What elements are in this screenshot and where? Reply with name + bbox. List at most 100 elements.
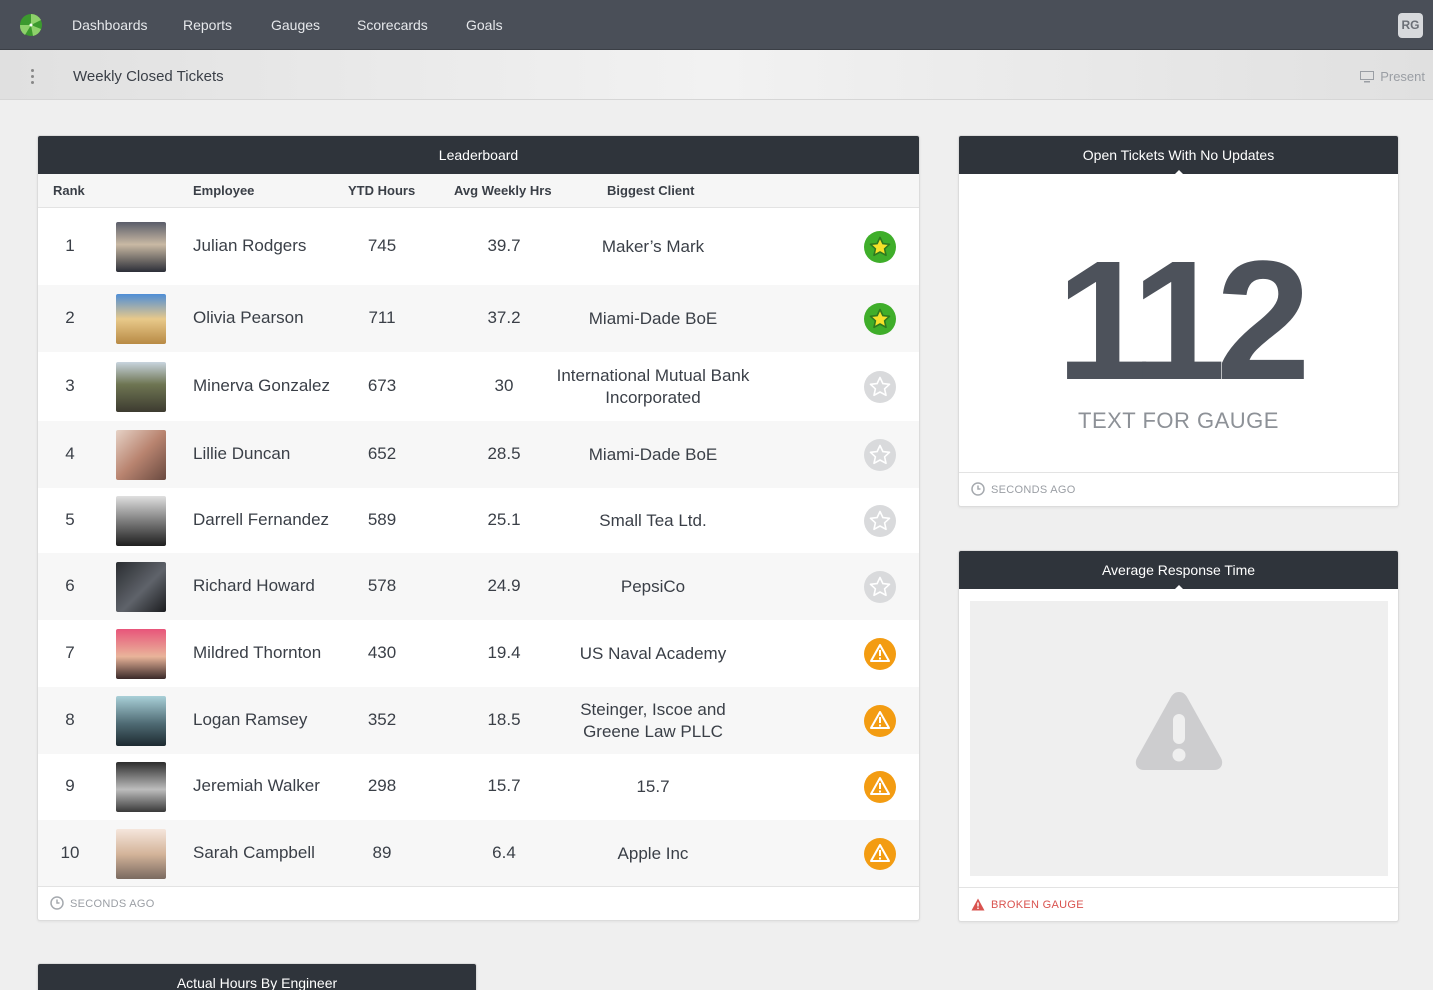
biggest-client-cell: Small Tea Ltd. — [599, 511, 707, 530]
biggest-client-cell: Miami-Dade BoE — [588, 309, 718, 328]
biggest-client-cell: US Naval Academy — [579, 644, 727, 663]
rank-cell: 1 — [65, 236, 75, 255]
employee-photo — [116, 362, 166, 412]
clock-icon — [971, 482, 985, 496]
employee-photo — [116, 430, 166, 480]
biggest-client-cell: Apple Inc — [617, 844, 689, 863]
employee-name: Mildred Thornton — [193, 643, 322, 662]
col-rank: Rank — [53, 183, 85, 198]
employee-photo — [116, 562, 166, 612]
avg-weekly-cell: 24.9 — [487, 576, 521, 595]
leaderboard-row[interactable]: 3 Minerva Gonzalez 673 30 International Mutu… — [38, 352, 919, 421]
star-icon[interactable] — [864, 231, 896, 263]
ytd-hours-cell: 711 — [368, 308, 396, 327]
employee-photo — [116, 294, 166, 344]
leaderboard-header-row: Rank Employee YTD Hours Avg Weekly Hrs B… — [38, 174, 919, 208]
avg-response-card: Average Response Time BROKEN GAUGE — [958, 550, 1399, 922]
leaderboard-card: Leaderboard Rank Employee YTD Hours Avg … — [37, 135, 920, 921]
leaderboard-row[interactable]: 1 Julian Rodgers 745 39.7 Maker’s Mark — [38, 209, 919, 285]
employee-name: Logan Ramsey — [193, 710, 308, 729]
star-icon[interactable] — [864, 505, 896, 537]
warning-icon[interactable] — [864, 838, 896, 870]
avg-response-title-text: Average Response Time — [1101, 562, 1256, 578]
ytd-hours-cell: 673 — [367, 376, 397, 395]
monitor-icon — [1360, 71, 1375, 83]
ytd-hours-cell: 430 — [367, 643, 397, 662]
leaderboard-row[interactable]: 10 Sarah Campbell 89 6.4 Apple Inc — [38, 820, 919, 887]
rank-cell: 9 — [65, 776, 75, 795]
ytd-hours-cell: 89 — [372, 843, 392, 862]
more-options-icon[interactable] — [31, 69, 37, 85]
top-nav: Dashboards Reports Gauges Scorecards Goa… — [0, 0, 1433, 50]
nav-reports[interactable]: Reports — [183, 17, 232, 33]
leaderboard-row[interactable]: 6 Richard Howard 578 24.9 PepsiCo — [38, 553, 919, 620]
biggest-client-cell: Miami-Dade BoE — [588, 445, 718, 464]
leaderboard-row[interactable]: 7 Mildred Thornton 430 19.4 US Naval Academy — [38, 620, 919, 687]
warning-icon — [1135, 692, 1223, 770]
rank-cell: 10 — [60, 843, 80, 862]
leaderboard-row[interactable]: 2 Olivia Pearson 711 37.2 Miami-Dade BoE — [38, 285, 919, 352]
employee-name: Jeremiah Walker — [193, 776, 320, 795]
employee-name: Minerva Gonzalez — [193, 376, 331, 395]
open-tickets-title-text: Open Tickets With No Updates — [1082, 147, 1275, 163]
leaderboard-footer: SECONDS AGO — [38, 886, 919, 920]
nav-dashboards[interactable]: Dashboards — [72, 17, 148, 33]
avg-weekly-cell: 39.7 — [487, 236, 521, 255]
open-tickets-title: Open Tickets With No Updates — [959, 136, 1398, 175]
ytd-hours-cell: 352 — [367, 710, 397, 729]
warning-icon[interactable] — [864, 705, 896, 737]
nav-gauges[interactable]: Gauges — [271, 17, 320, 33]
avg-weekly-cell: 18.5 — [487, 710, 521, 729]
avg-weekly-cell: 15.7 — [487, 776, 521, 795]
rank-cell: 4 — [65, 444, 75, 463]
avg-weekly-cell: 28.5 — [487, 444, 521, 463]
nav-goals[interactable]: Goals — [466, 17, 503, 33]
biggest-client-cell: International Mutual Bank Incorporated — [556, 366, 750, 407]
biggest-client-cell: Maker’s Mark — [601, 237, 705, 256]
rank-cell: 7 — [65, 643, 75, 662]
actual-hours-title: Actual Hours By Engineer — [38, 964, 476, 990]
rank-cell: 5 — [65, 510, 75, 529]
employee-photo — [116, 696, 166, 746]
ytd-hours-cell: 298 — [367, 776, 397, 795]
leaderboard-row[interactable]: 9 Jeremiah Walker 298 15.7 15.7 — [38, 754, 919, 820]
open-tickets-updated: SECONDS AGO — [991, 484, 1076, 496]
ytd-hours-cell: 652 — [367, 444, 397, 463]
col-ytd-hours: YTD Hours — [348, 183, 416, 198]
star-icon[interactable] — [864, 303, 896, 335]
rank-cell: 6 — [65, 576, 75, 595]
leaderboard-row[interactable]: 5 Darrell Fernandez 589 25.1 Small Tea Ltd. — [38, 488, 919, 553]
actual-hours-card: Actual Hours By Engineer — [37, 963, 477, 990]
warning-icon[interactable] — [864, 638, 896, 670]
warning-icon[interactable] — [864, 771, 896, 803]
employee-name: Olivia Pearson — [193, 308, 304, 327]
leaderboard-row[interactable]: 4 Lillie Duncan 652 28.5 Miami-Dade BoE — [38, 421, 919, 488]
biggest-client-cell: PepsiCo — [620, 577, 686, 596]
employee-name: Richard Howard — [193, 576, 315, 595]
user-avatar[interactable]: RG — [1398, 13, 1423, 38]
avg-response-footer: BROKEN GAUGE — [959, 887, 1398, 921]
star-icon[interactable] — [864, 571, 896, 603]
col-biggest-client: Biggest Client — [607, 183, 695, 198]
avg-weekly-cell: 30 — [494, 376, 514, 395]
present-button[interactable]: Present — [1360, 69, 1425, 84]
open-tickets-value: 112 — [1056, 226, 1310, 416]
open-tickets-card: Open Tickets With No Updates 112 TEXT FO… — [958, 135, 1399, 507]
star-icon[interactable] — [864, 439, 896, 471]
present-label: Present — [1380, 69, 1425, 84]
leaderboard-row[interactable]: 8 Logan Ramsey 352 18.5 Steinger, Iscoe and … — [38, 687, 919, 754]
nav-scorecards[interactable]: Scorecards — [357, 17, 428, 33]
biggest-client-cell: 15.7 — [636, 777, 670, 796]
app-logo-icon[interactable] — [19, 13, 43, 37]
dashboard-title: Weekly Closed Tickets — [73, 68, 224, 85]
rank-cell: 3 — [65, 376, 75, 395]
rank-cell: 8 — [65, 710, 75, 729]
leaderboard-title: Leaderboard — [38, 136, 919, 174]
gauge-label: TEXT FOR GAUGE — [1078, 408, 1279, 433]
employee-photo — [116, 762, 166, 812]
employee-name: Julian Rodgers — [193, 236, 307, 255]
employee-name: Sarah Campbell — [193, 843, 315, 862]
star-icon[interactable] — [864, 371, 896, 403]
avg-weekly-cell: 19.4 — [487, 643, 521, 662]
clock-icon — [50, 896, 64, 910]
